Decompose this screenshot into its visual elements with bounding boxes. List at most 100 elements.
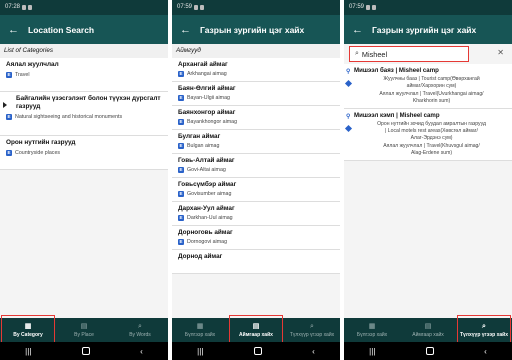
aimag-item[interactable]: Баян-Өлгий аймаг E Bayan-Ulgii aimag xyxy=(172,82,340,106)
english-badge-icon: E xyxy=(178,191,184,197)
aimag-item[interactable]: Дорноговь аймаг E Dornogovi aimag xyxy=(172,226,340,250)
nav-by-category[interactable]: ▦ By Category xyxy=(0,315,56,353)
status-time: 07:28 xyxy=(5,4,21,10)
nav-by-place[interactable]: ▤ By Place xyxy=(56,318,112,342)
result-detail: Alag-Erdene sum) xyxy=(410,150,453,157)
nav-label: Бүлгээр хайх xyxy=(184,331,216,338)
aimag-item[interactable]: Архангай аймаг E Arkhangai aimag xyxy=(172,58,340,82)
aimag-name: Булган аймаг xyxy=(178,133,221,140)
back-icon[interactable]: ‹ xyxy=(484,347,487,356)
aimag-item[interactable]: Дархан-Уул аймаг E Darkhan-Uul aimag xyxy=(172,202,340,226)
notification-icon xyxy=(200,5,205,10)
nav-by-keyword[interactable]: ⌕ Түлхүүр үгээр хайх xyxy=(456,315,512,353)
notification-icon xyxy=(22,5,27,10)
app-bar: ← Location Search xyxy=(0,15,168,44)
back-icon[interactable]: ‹ xyxy=(140,347,143,356)
result-detail: | Local motels rest areas(Хөвсгөл аймаг/ xyxy=(385,128,478,135)
back-arrow-icon[interactable]: ← xyxy=(352,24,366,36)
result-detail: Аялал жуулчлал | Travel(Uvurkhangai aima… xyxy=(379,90,484,97)
aimag-name: Баянхонгор аймаг xyxy=(178,109,236,116)
home-icon[interactable] xyxy=(81,347,90,355)
screen-location-search: 07:28 ← Location Search List of Categori… xyxy=(0,0,168,360)
nav-by-aimag[interactable]: ▤ Аймгаар хайх xyxy=(400,318,456,342)
aimag-english-name: Bulgan aimag xyxy=(187,143,220,149)
aimag-english-name: Bayan-Ulgii aimag xyxy=(187,95,230,101)
app-bar: ← Газрын зургийн цэг хайх xyxy=(172,15,340,44)
nav-label: Бүлгээр хайх xyxy=(356,331,388,338)
search-result[interactable]: ⚲ Мишээл кэмп | Misheel camp Орон нутгий… xyxy=(344,108,512,161)
result-detail: Алаг-Эрдэнэ сум) xyxy=(410,135,453,142)
aimag-subtitle: E Arkhangai aimag xyxy=(178,71,336,77)
result-detail: Жуулчны бааз | Tourist camp(Өвөрхангай xyxy=(383,76,480,82)
aimag-item[interactable]: Булган аймаг E Bulgan aimag xyxy=(172,130,340,154)
status-bar: 07:59 xyxy=(172,0,340,15)
notification-icon xyxy=(194,5,199,10)
nav-by-category[interactable]: ▦ Бүлгээр хайх xyxy=(172,318,228,342)
close-icon[interactable]: ✕ xyxy=(497,48,504,57)
recents-icon[interactable]: ||| xyxy=(369,347,375,356)
english-badge-icon: E xyxy=(178,95,184,101)
grid-icon: ▦ xyxy=(368,322,376,330)
system-navigation-bar: ||| ‹ xyxy=(0,342,168,360)
recents-icon[interactable]: ||| xyxy=(197,347,203,356)
page-title: Location Search xyxy=(28,24,95,35)
status-time: 07:59 xyxy=(177,4,193,10)
nav-by-keyword[interactable]: ⌕ Түлхүүр үгээр хайх xyxy=(284,318,340,342)
notification-icon xyxy=(372,5,377,10)
result-name: Мишээл кэмп | Misheel camp xyxy=(354,111,440,119)
search-input[interactable] xyxy=(361,49,452,59)
search-field[interactable]: ⌕ xyxy=(349,46,469,62)
english-badge-icon: E xyxy=(6,114,12,120)
page-title: Газрын зургийн цэг хайх xyxy=(372,24,477,35)
aimag-subtitle: E Govisumber aimag xyxy=(178,191,336,197)
category-name: Байгалийн үзэсгэлэнт болон түүхэн дурсга… xyxy=(16,95,161,110)
home-icon[interactable] xyxy=(425,347,434,355)
english-badge-icon: E xyxy=(178,167,184,173)
status-time: 07:59 xyxy=(349,4,365,10)
map-icon: ▤ xyxy=(80,322,88,330)
grid-icon: ▦ xyxy=(24,322,32,330)
aimag-subtitle: E Darkhan-Uul aimag xyxy=(178,215,336,221)
category-item-countryside[interactable]: Орон нутгийн газрууд E Countryside places xyxy=(0,136,168,170)
nav-by-aimag[interactable]: ▤ Аймгаар хайх xyxy=(228,315,284,353)
aimag-item[interactable]: Говь-Алтай аймаг E Govi-Altai aimag xyxy=(172,154,340,178)
expand-arrow-icon xyxy=(3,102,7,108)
search-bar: ⌕ ✕ xyxy=(344,44,512,64)
english-badge-icon: E xyxy=(178,119,184,125)
location-pin-icon: ⚲ xyxy=(346,113,351,120)
result-detail: Орон нутгийн зочид буудал амралтын газру… xyxy=(377,120,486,127)
back-arrow-icon[interactable]: ← xyxy=(8,24,22,36)
search-icon: ⌕ xyxy=(138,322,142,330)
aimag-english-name: Darkhan-Uul aimag xyxy=(187,215,233,221)
map-icon: ▤ xyxy=(252,322,260,330)
layers-icon xyxy=(344,79,353,88)
aimag-english-name: Arkhangai aimag xyxy=(187,71,227,77)
nav-by-words[interactable]: ⌕ By Words xyxy=(112,318,168,342)
category-item-travel[interactable]: Аялал жуулчлал E Travel xyxy=(0,58,168,92)
screen-search-by-keyword: 07:59 ← Газрын зургийн цэг хайх ⌕ ✕ ⚲ Ми… xyxy=(344,0,512,360)
location-pin-icon: ⚲ xyxy=(346,69,351,75)
aimag-item[interactable]: Баянхонгор аймаг E Bayankhongor aimag xyxy=(172,106,340,130)
bottom-navigation: ▦ Бүлгээр хайх ▤ Аймгаар хайх ⌕ Түлхүүр үгэ… xyxy=(344,315,512,353)
search-icon: ⌕ xyxy=(310,322,314,330)
nav-label: Аймгаар хайх xyxy=(239,331,273,338)
category-item-sightseeing[interactable]: Байгалийн үзэсгэлэнт болон түүхэн дурсга… xyxy=(0,92,168,136)
back-icon[interactable]: ‹ xyxy=(312,347,315,356)
aimag-name: Баян-Өлгий аймаг xyxy=(178,85,236,92)
category-english-name: Travel xyxy=(15,72,30,78)
home-icon[interactable] xyxy=(253,347,262,355)
result-detail: аймаг/Хархорин сум) xyxy=(406,83,457,90)
aimag-item[interactable]: Дорнод аймаг xyxy=(172,250,340,274)
app-bar: ← Газрын зургийн цэг хайх xyxy=(344,15,512,44)
back-arrow-icon[interactable]: ← xyxy=(180,24,194,36)
result-detail: Аялал жуулчлал | Travel(Khuvsgul aimag/ xyxy=(383,142,480,149)
english-badge-icon: E xyxy=(178,143,184,149)
aimag-subtitle: E Bayankhongor aimag xyxy=(178,119,336,125)
aimag-item[interactable]: Говьсүмбэр аймаг E Govisumber aimag xyxy=(172,178,340,202)
notification-icon xyxy=(366,5,371,10)
recents-icon[interactable]: ||| xyxy=(25,347,31,356)
english-badge-icon: E xyxy=(178,239,184,245)
nav-label: By Place xyxy=(74,331,94,338)
nav-by-category[interactable]: ▦ Бүлгээр хайх xyxy=(344,318,400,342)
search-result[interactable]: ⚲ Мишээл баяз | Misheel camp Жуулчны баа… xyxy=(344,64,512,109)
